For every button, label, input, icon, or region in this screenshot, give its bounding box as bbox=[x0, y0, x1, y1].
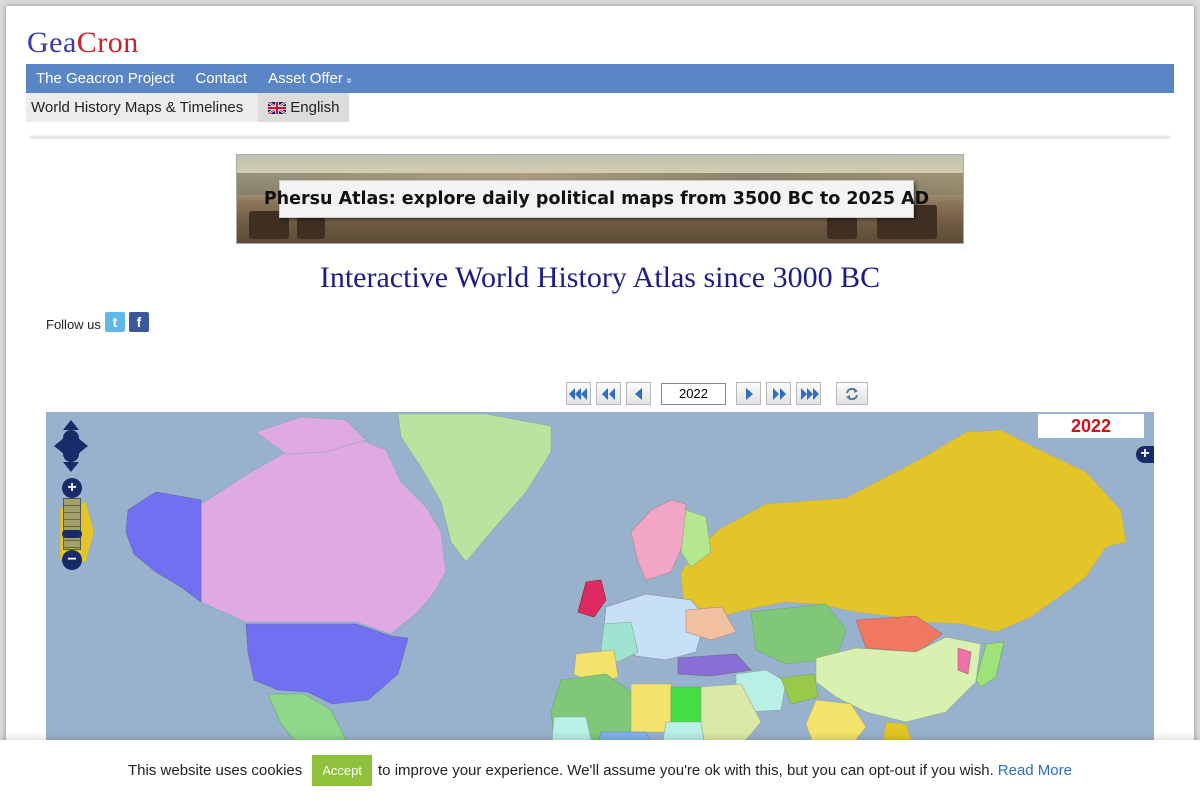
libya bbox=[630, 683, 672, 733]
divider bbox=[30, 135, 1170, 139]
world-map-canvas bbox=[59, 413, 1127, 752]
banner-figure bbox=[827, 215, 857, 239]
map-year-label: 2022 bbox=[1038, 414, 1144, 438]
uk bbox=[577, 579, 607, 618]
fast-forward-button[interactable] bbox=[766, 382, 791, 405]
cookie-text-before: This website uses cookies bbox=[128, 761, 303, 779]
chevron-down-icon: » bbox=[343, 77, 355, 84]
step-back-button[interactable] bbox=[626, 382, 651, 405]
zoom-in-button[interactable]: + bbox=[62, 478, 82, 498]
nav-geacron-project[interactable]: The Geacron Project bbox=[36, 70, 174, 87]
accept-cookies-button[interactable]: Accept bbox=[312, 754, 373, 786]
logo-text-cron: Cron bbox=[76, 26, 139, 59]
banner-figure bbox=[297, 217, 325, 239]
double-left-arrow-icon bbox=[601, 387, 615, 400]
expand-panel-button[interactable]: + bbox=[1136, 446, 1154, 463]
fast-back-button[interactable] bbox=[596, 382, 621, 405]
afghanistan bbox=[780, 673, 819, 705]
triple-right-arrow-icon bbox=[800, 387, 819, 400]
pan-control[interactable] bbox=[52, 418, 90, 478]
sub-navigation: World History Maps & Timelines English bbox=[26, 93, 350, 122]
nav-contact[interactable]: Contact bbox=[195, 70, 247, 87]
triple-left-arrow-icon bbox=[568, 387, 587, 400]
world-map[interactable]: + − 2022 + bbox=[46, 412, 1154, 752]
read-more-link[interactable]: Read More bbox=[998, 762, 1072, 779]
double-right-arrow-icon bbox=[772, 387, 786, 400]
left-arrow-icon bbox=[634, 387, 642, 400]
year-input[interactable] bbox=[661, 382, 726, 405]
pan-arrows-icon bbox=[54, 420, 88, 472]
language-selector[interactable]: English bbox=[258, 93, 350, 122]
zoom-slider-handle[interactable] bbox=[62, 530, 82, 538]
canada bbox=[200, 429, 447, 635]
refresh-button[interactable] bbox=[836, 382, 868, 405]
zoom-slider[interactable] bbox=[62, 498, 82, 550]
timeline-controls bbox=[566, 382, 873, 405]
top-navigation: The Geacron Project Contact Asset Offer» bbox=[26, 64, 1174, 93]
scandinavia bbox=[630, 499, 687, 581]
jump-far-back-button[interactable] bbox=[566, 382, 591, 405]
nav-asset-offer-label: Asset Offer bbox=[268, 70, 343, 87]
logo-text-gea: Gea bbox=[27, 26, 77, 59]
follow-us: Follow us t f bbox=[46, 312, 149, 332]
tab-world-history-maps[interactable]: World History Maps & Timelines bbox=[26, 93, 259, 122]
cookie-text-after: to improve your experience. We'll assume… bbox=[378, 761, 994, 779]
refresh-icon bbox=[846, 387, 858, 400]
alaska bbox=[125, 491, 202, 603]
twitter-icon[interactable]: t bbox=[104, 312, 125, 332]
russia bbox=[680, 429, 1127, 633]
turkey bbox=[677, 653, 752, 677]
facebook-icon[interactable]: f bbox=[128, 312, 149, 332]
language-label: English bbox=[290, 99, 340, 116]
phersu-atlas-banner[interactable]: Phersu Atlas: explore daily political ma… bbox=[236, 154, 964, 244]
egypt bbox=[670, 686, 702, 723]
zoom-out-button[interactable]: − bbox=[62, 550, 82, 570]
page: GeaCron The Geacron Project Contact Asse… bbox=[6, 6, 1194, 800]
jump-far-forward-button[interactable] bbox=[796, 382, 821, 405]
geacron-logo[interactable]: GeaCron bbox=[27, 26, 139, 60]
cookie-banner: This website uses cookies Accept to impr… bbox=[0, 740, 1200, 800]
right-arrow-icon bbox=[745, 387, 753, 400]
united-states bbox=[245, 623, 409, 705]
step-forward-button[interactable] bbox=[736, 382, 761, 405]
follow-us-label: Follow us bbox=[46, 317, 101, 332]
zoom-control: + − bbox=[62, 478, 82, 570]
banner-text: Phersu Atlas: explore daily political ma… bbox=[264, 180, 929, 218]
nav-asset-offer[interactable]: Asset Offer» bbox=[268, 70, 355, 87]
page-title: Interactive World History Atlas since 30… bbox=[319, 261, 881, 294]
uk-flag-icon bbox=[268, 102, 287, 114]
